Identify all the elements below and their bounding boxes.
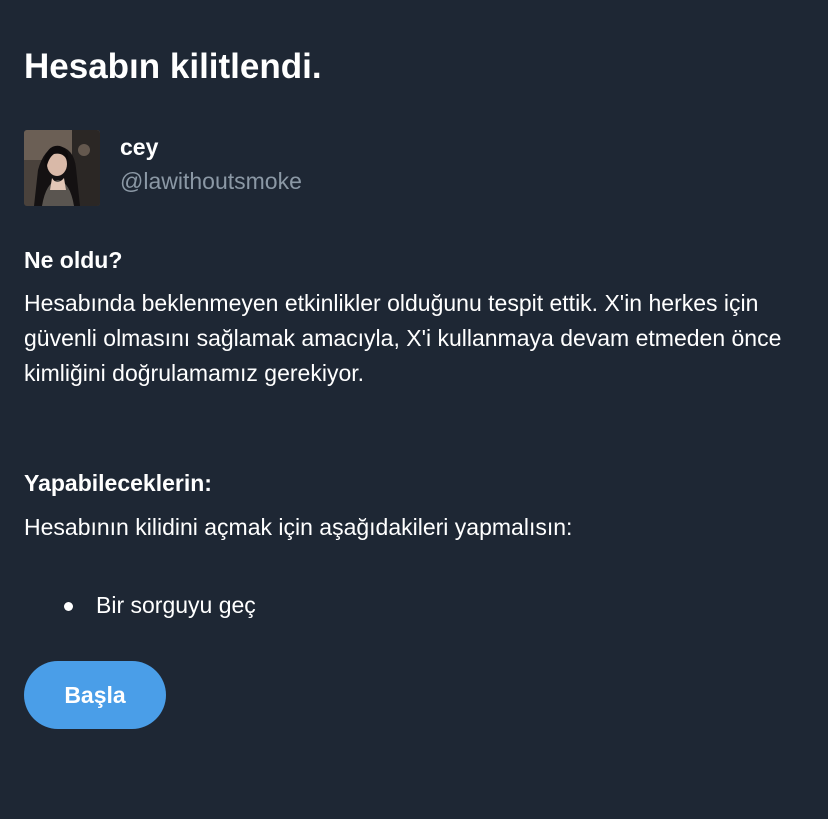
what-you-can-do-heading: Yapabileceklerin: <box>24 470 212 496</box>
display-name: cey <box>120 134 159 160</box>
what-you-can-do-text: Hesabının kilidini açmak için aşağıdakil… <box>24 514 573 540</box>
profile-photo-icon <box>24 130 100 206</box>
step-label: Bir sorguyu geç <box>96 592 256 618</box>
account-card: cey @lawithoutsmoke <box>24 130 524 206</box>
what-happened-heading: Ne oldu? <box>24 247 123 273</box>
start-button[interactable]: Başla <box>24 661 166 729</box>
steps-list: Bir sorguyu geç <box>64 588 256 623</box>
avatar <box>24 130 100 206</box>
what-happened-text: Hesabında beklenmeyen etkinlikler olduğu… <box>24 290 782 386</box>
list-item: Bir sorguyu geç <box>64 588 256 623</box>
page-title: Hesabın kilitlendi. <box>24 47 322 86</box>
username-handle: @lawithoutsmoke <box>120 168 302 194</box>
bullet-icon <box>64 602 73 611</box>
